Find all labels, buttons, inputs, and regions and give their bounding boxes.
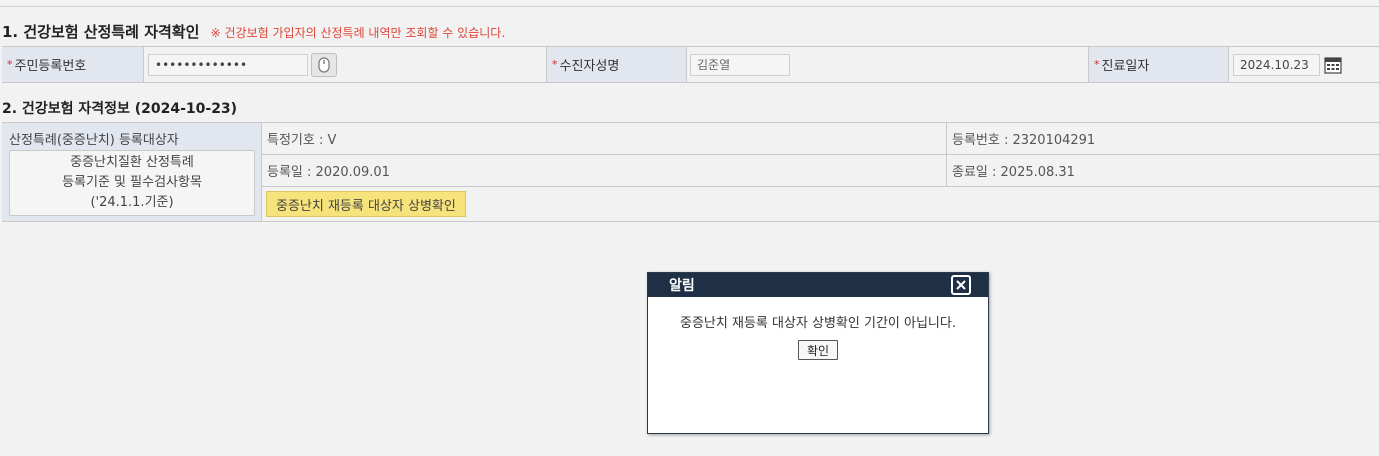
special-code: 특정기호 : V <box>262 123 947 154</box>
end-date: 종료일 : 2025.08.31 <box>952 165 1075 180</box>
info-row-2: 등록일 : 2020.09.01 종료일 : 2025.08.31 <box>262 155 1379 187</box>
rrn-value-cell: ••••••••••••• <box>144 47 547 82</box>
date-value-cell: 2024.10.23 <box>1229 47 1379 82</box>
close-icon[interactable] <box>951 275 971 295</box>
section-1-title-text: 1. 건강보험 산정특례 자격확인 <box>2 23 200 41</box>
registrant-caption: 산정특례(중증난치) 등록대상자 <box>9 133 179 148</box>
criteria-line-3: ('24.1.1.기준) <box>90 195 174 210</box>
dialog-title: 알림 <box>669 278 695 294</box>
date-label: 진료일자 <box>1101 59 1150 74</box>
registration-number: 등록번호 : 2320104291 <box>952 133 1096 148</box>
eligibility-check-row: * 주민등록번호 ••••••••••••• * 수진자성명 김준열 * 진료일… <box>2 46 1379 83</box>
top-divider <box>0 6 1379 7</box>
name-value-cell: 김준열 <box>687 47 1089 82</box>
treatment-date-input[interactable]: 2024.10.23 <box>1233 53 1320 76</box>
alert-dialog: 알림 중증난치 재등록 대상자 상병확인 기간이 아닙니다. 확인 <box>647 272 989 434</box>
mouse-keypad-icon[interactable] <box>311 52 337 77</box>
section-2-title: 2. 건강보험 자격정보 (2024-10-23) <box>2 101 238 117</box>
info-row-3: 중증난치 재등록 대상자 상병확인 <box>262 187 1379 221</box>
required-mark: * <box>552 58 558 71</box>
rrn-label-cell: * 주민등록번호 <box>2 47 144 82</box>
dialog-message: 중증난치 재등록 대상자 상병확인 기간이 아닙니다. <box>680 316 956 331</box>
info-row-1: 특정기호 : V 등록번호 : 2320104291 <box>262 123 1379 155</box>
criteria-line-1: 중증난치질환 산정특례 <box>70 155 194 170</box>
rrn-label: 주민등록번호 <box>14 59 87 74</box>
reregistration-check-button[interactable]: 중증난치 재등록 대상자 상병확인 <box>266 191 466 217</box>
ok-button[interactable]: 확인 <box>797 340 839 360</box>
dialog-header: 알림 <box>648 273 988 297</box>
name-label: 수진자성명 <box>559 59 620 74</box>
registration-date: 등록일 : 2020.09.01 <box>262 155 947 186</box>
section-1-title: 1. 건강보험 산정특례 자격확인 ※ 건강보험 가입자의 산정특례 내역만 조… <box>2 21 505 42</box>
registration-criteria-button[interactable]: 중증난치질환 산정특례 등록기준 및 필수검사항목 ('24.1.1.기준) <box>9 150 255 216</box>
eligibility-info-table: 산정특례(중증난치) 등록대상자 중증난치질환 산정특례 등록기준 및 필수검사… <box>2 122 1379 222</box>
required-mark: * <box>7 58 13 71</box>
patient-name-field[interactable]: 김준열 <box>690 53 790 76</box>
calendar-icon[interactable] <box>1324 56 1342 74</box>
rrn-input[interactable]: ••••••••••••• <box>148 53 308 76</box>
criteria-line-2: 등록기준 및 필수검사항목 <box>62 175 202 190</box>
required-mark: * <box>1094 58 1100 71</box>
registrant-cell: 산정특례(중증난치) 등록대상자 중증난치질환 산정특례 등록기준 및 필수검사… <box>2 123 262 221</box>
name-label-cell: * 수진자성명 <box>547 47 687 82</box>
date-label-cell: * 진료일자 <box>1089 47 1229 82</box>
section-1-note: ※ 건강보험 가입자의 산정특례 내역만 조회할 수 있습니다. <box>210 26 506 40</box>
